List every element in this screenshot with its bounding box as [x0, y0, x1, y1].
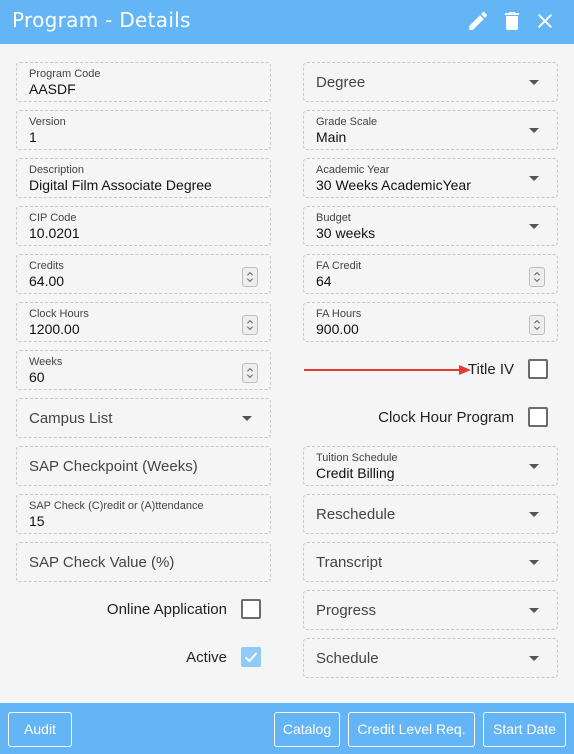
reschedule-select[interactable]: Reschedule	[303, 494, 558, 534]
fa-hours-label: FA Hours	[316, 308, 362, 320]
fa-credit-field[interactable]: FA Credit 64	[303, 254, 558, 294]
online-application-checkbox[interactable]	[241, 599, 261, 619]
version-label: Version	[29, 116, 66, 128]
academic-year-value: 30 Weeks AcademicYear	[316, 177, 471, 193]
grade-scale-label: Grade Scale	[316, 116, 378, 128]
clock-hour-program-checkbox[interactable]	[528, 407, 548, 427]
academic-year-select[interactable]: Academic Year 30 Weeks AcademicYear	[303, 158, 558, 198]
clock-hours-label: Clock Hours	[29, 308, 89, 320]
reschedule-placeholder: Reschedule	[316, 506, 396, 523]
sap-checkpoint-field[interactable]: SAP Checkpoint (Weeks)	[16, 446, 271, 486]
title-iv-checkbox[interactable]	[528, 359, 548, 379]
title-iv-label: Title IV	[467, 361, 514, 378]
cip-code-field[interactable]: CIP Code 10.0201	[16, 206, 271, 246]
check-icon	[244, 652, 258, 663]
fa-credit-label: FA Credit	[316, 260, 362, 272]
budget-value: 30 weeks	[316, 225, 376, 241]
tuition-schedule-label: Tuition Schedule	[316, 452, 398, 464]
trash-icon[interactable]	[500, 9, 524, 33]
close-icon[interactable]	[533, 9, 557, 33]
weeks-value: 60	[29, 369, 45, 385]
spinner-icon[interactable]	[242, 363, 258, 383]
dialog-title: Program - Details	[12, 8, 191, 32]
active-row: Active	[16, 646, 261, 670]
description-label: Description	[29, 164, 85, 176]
chevron-down-icon	[242, 416, 252, 421]
description-field[interactable]: Description Digital Film Associate Degre…	[16, 158, 271, 198]
start-date-button[interactable]: Start Date	[483, 712, 566, 747]
audit-button[interactable]: Audit	[8, 712, 72, 747]
fa-hours-field[interactable]: FA Hours 900.00	[303, 302, 558, 342]
campus-list-select[interactable]: Campus List	[16, 398, 271, 438]
fa-credit-value: 64	[316, 273, 332, 289]
tuition-schedule-select[interactable]: Tuition Schedule Credit Billing	[303, 446, 558, 486]
sap-check-value-field[interactable]: SAP Check Value (%)	[16, 542, 271, 582]
cip-code-label: CIP Code	[29, 212, 77, 224]
online-application-label: Online Application	[106, 601, 227, 618]
budget-label: Budget	[316, 212, 351, 224]
sap-check-type-field[interactable]: SAP Check (C)redit or (A)ttendance 15	[16, 494, 271, 534]
weeks-label: Weeks	[29, 356, 63, 368]
progress-placeholder: Progress	[316, 602, 377, 619]
sap-check-type-value: 15	[29, 513, 45, 529]
fa-hours-value: 900.00	[316, 321, 359, 337]
degree-select[interactable]: Degree	[303, 62, 558, 102]
clock-hours-field[interactable]: Clock Hours 1200.00	[16, 302, 271, 342]
version-field[interactable]: Version 1	[16, 110, 271, 150]
dialog-header: Program - Details	[0, 0, 574, 44]
credit-level-button[interactable]: Credit Level Req.	[348, 712, 475, 747]
credits-value: 64.00	[29, 273, 65, 289]
budget-select[interactable]: Budget 30 weeks	[303, 206, 558, 246]
chevron-down-icon	[529, 464, 539, 469]
active-label: Active	[186, 649, 227, 666]
program-code-field[interactable]: Program Code AASDF	[16, 62, 271, 102]
title-iv-row: Title IV	[303, 358, 548, 382]
sap-checkpoint-placeholder: SAP Checkpoint (Weeks)	[29, 458, 198, 475]
spinner-icon[interactable]	[242, 267, 258, 287]
chevron-down-icon	[529, 128, 539, 133]
progress-select[interactable]: Progress	[303, 590, 558, 630]
degree-placeholder: Degree	[316, 74, 366, 91]
chevron-down-icon	[529, 560, 539, 565]
credits-label: Credits	[29, 260, 64, 272]
description-value: Digital Film Associate Degree	[29, 177, 212, 193]
grade-scale-select[interactable]: Grade Scale Main	[303, 110, 558, 150]
spinner-icon[interactable]	[529, 267, 545, 287]
schedule-placeholder: Schedule	[316, 650, 379, 667]
cip-code-value: 10.0201	[29, 225, 80, 241]
sap-check-type-label: SAP Check (C)redit or (A)ttendance	[29, 500, 204, 512]
sap-check-value-placeholder: SAP Check Value (%)	[29, 554, 175, 571]
transcript-select[interactable]: Transcript	[303, 542, 558, 582]
tuition-schedule-value: Credit Billing	[316, 465, 395, 481]
weeks-field[interactable]: Weeks 60	[16, 350, 271, 390]
chevron-down-icon	[529, 176, 539, 181]
clock-hours-value: 1200.00	[29, 321, 80, 337]
catalog-button[interactable]: Catalog	[274, 712, 340, 747]
chevron-down-icon	[529, 224, 539, 229]
credits-field[interactable]: Credits 64.00	[16, 254, 271, 294]
online-application-row: Online Application	[16, 598, 261, 622]
campus-list-placeholder: Campus List	[29, 410, 113, 427]
program-code-value: AASDF	[29, 81, 76, 97]
chevron-down-icon	[529, 512, 539, 517]
spinner-icon[interactable]	[529, 315, 545, 335]
spinner-icon[interactable]	[242, 315, 258, 335]
transcript-placeholder: Transcript	[316, 554, 383, 571]
chevron-down-icon	[529, 656, 539, 661]
clock-hour-program-row: Clock Hour Program	[303, 406, 548, 430]
chevron-down-icon	[529, 80, 539, 85]
grade-scale-value: Main	[316, 129, 347, 145]
schedule-select[interactable]: Schedule	[303, 638, 558, 678]
program-code-label: Program Code	[29, 68, 101, 80]
chevron-down-icon	[529, 608, 539, 613]
program-details-dialog: Program - Details Program Code AASDF Ver…	[0, 0, 574, 754]
version-value: 1	[29, 129, 37, 145]
academic-year-label: Academic Year	[316, 164, 390, 176]
clock-hour-program-label: Clock Hour Program	[378, 409, 514, 426]
active-checkbox[interactable]	[241, 647, 261, 667]
pencil-icon[interactable]	[466, 9, 490, 33]
dialog-footer: Audit Catalog Credit Level Req. Start Da…	[0, 703, 574, 754]
